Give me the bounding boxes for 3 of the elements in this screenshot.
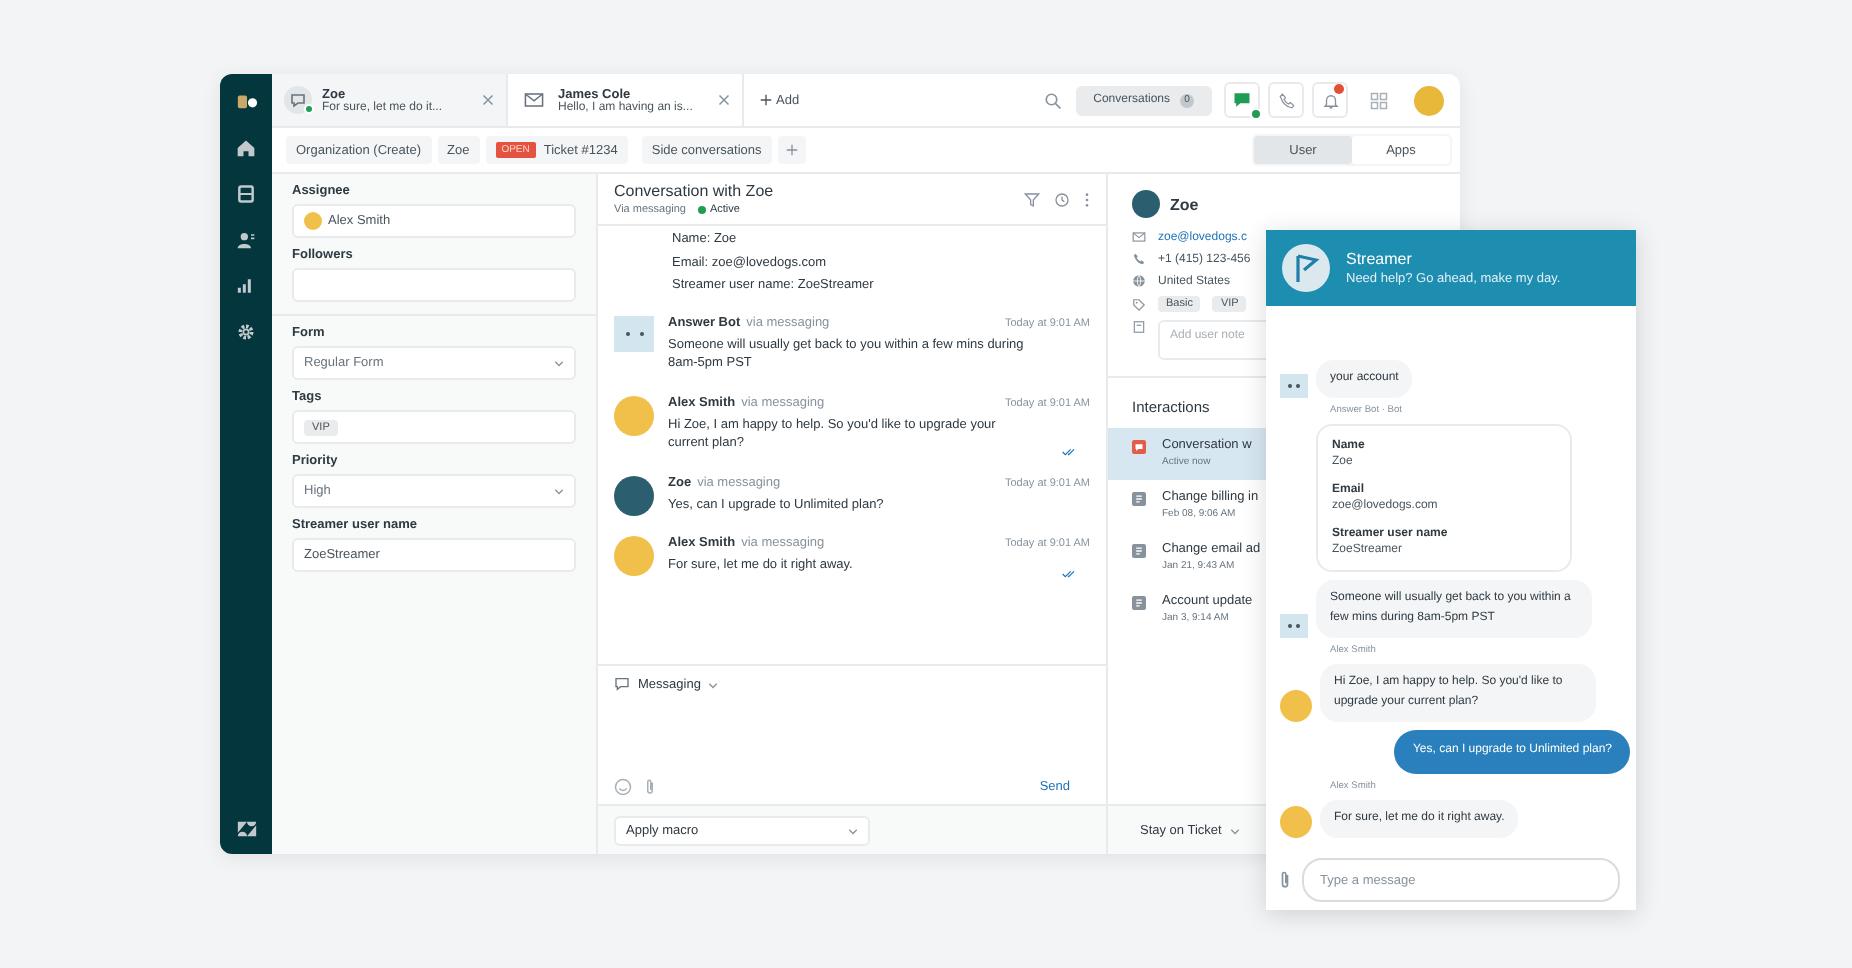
user-name: Zoe — [1170, 195, 1199, 213]
conversation-title: Conversation with Zoe — [614, 182, 776, 200]
widget-title: Streamer — [1346, 250, 1414, 268]
